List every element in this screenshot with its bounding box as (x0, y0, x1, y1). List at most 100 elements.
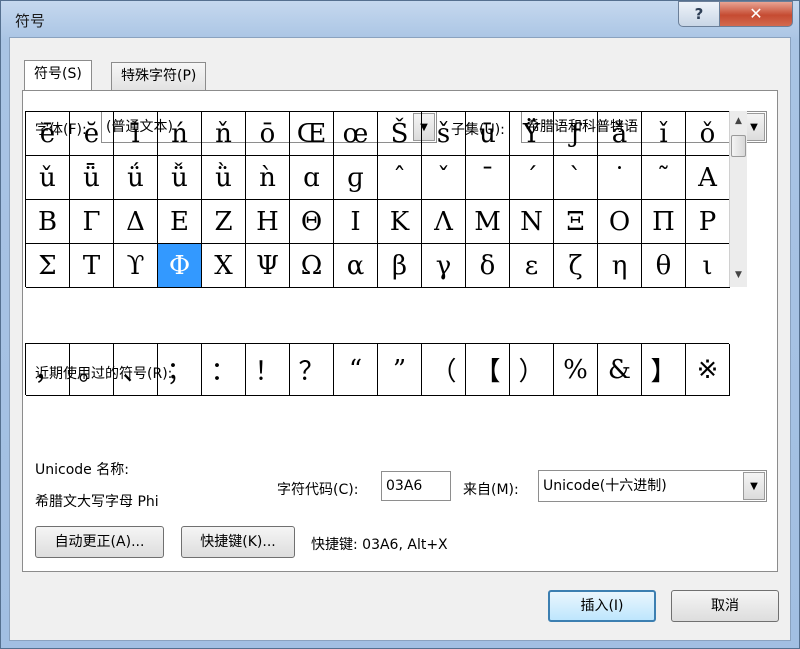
recent-symbol-cell[interactable]: ： (202, 344, 246, 396)
symbol-cell[interactable]: ň (202, 112, 246, 156)
symbol-cell[interactable]: Φ (158, 244, 202, 288)
unicode-name-value: 希腊文大写字母 Phi (35, 494, 159, 510)
shortcut-text: 快捷键: 03A6, Alt+X (311, 537, 448, 553)
symbol-cell[interactable]: ǜ (202, 156, 246, 200)
symbol-cell[interactable]: ˙ (598, 156, 642, 200)
symbol-cell[interactable]: ˇ (422, 156, 466, 200)
symbol-cell[interactable]: β (378, 244, 422, 288)
recent-symbol-cell[interactable]: 【 (466, 344, 510, 396)
recent-symbol-cell[interactable]: “ (334, 344, 378, 396)
symbol-cell[interactable]: ˊ (510, 156, 554, 200)
symbol-cell[interactable]: œ (334, 112, 378, 156)
symbol-cell[interactable]: Τ (70, 244, 114, 288)
symbol-cell[interactable]: Σ (26, 244, 70, 288)
symbol-cell[interactable]: ζ (554, 244, 598, 288)
symbol-cell[interactable]: η (598, 244, 642, 288)
symbol-cell[interactable]: Ζ (202, 200, 246, 244)
symbol-cell[interactable]: Ψ (246, 244, 290, 288)
symbol-cell[interactable]: ǖ (70, 156, 114, 200)
recent-symbol-cell[interactable]: ） (510, 344, 554, 396)
symbol-cell[interactable]: ɡ (334, 156, 378, 200)
symbol-cell[interactable]: Κ (378, 200, 422, 244)
symbol-cell[interactable]: ǹ (246, 156, 290, 200)
symbol-cell[interactable]: š (422, 112, 466, 156)
symbol-cell[interactable]: ˜ (642, 156, 686, 200)
symbol-cell[interactable]: Ÿ (510, 112, 554, 156)
symbol-cell[interactable]: Ξ (554, 200, 598, 244)
recent-symbol-cell[interactable]: 】 (642, 344, 686, 396)
symbol-cell[interactable]: Χ (202, 244, 246, 288)
symbol-cell[interactable]: Η (246, 200, 290, 244)
symbol-cell[interactable]: Α (686, 156, 730, 200)
recent-symbol-cell[interactable]: ， (26, 344, 70, 396)
symbol-cell[interactable]: δ (466, 244, 510, 288)
symbol-cell[interactable]: ǔ (26, 156, 70, 200)
recent-symbols-grid: ，。、；：！？ “” （【）% &】 ※ (25, 343, 730, 396)
symbol-cell[interactable]: Λ (422, 200, 466, 244)
recent-symbol-cell[interactable]: 。 (70, 344, 114, 396)
symbol-cell[interactable]: Ε (158, 200, 202, 244)
recent-symbol-cell[interactable]: ？ (290, 344, 334, 396)
symbol-cell[interactable]: Ν (510, 200, 554, 244)
symbol-cell[interactable]: ι (686, 244, 730, 288)
cancel-button[interactable]: 取消 (671, 590, 779, 622)
tab-symbols[interactable]: 符号(S) (24, 60, 92, 90)
scroll-up-icon[interactable]: ▲ (730, 113, 747, 129)
recent-symbol-cell[interactable]: ； (158, 344, 202, 396)
recent-symbol-cell[interactable]: （ (422, 344, 466, 396)
char-code-input[interactable] (381, 471, 451, 501)
recent-symbol-cell[interactable]: ” (378, 344, 422, 396)
symbol-cell[interactable]: ǘ (114, 156, 158, 200)
symbol-cell[interactable]: ɑ (290, 156, 334, 200)
recent-symbol-cell[interactable]: % (554, 344, 598, 396)
symbol-cell[interactable]: ǒ (686, 112, 730, 156)
symbol-grid-scrollbar[interactable]: ▲ ▼ (729, 111, 747, 287)
scroll-down-icon[interactable]: ▼ (730, 267, 747, 283)
insert-button[interactable]: 插入(I) (548, 590, 656, 622)
tab-special-characters[interactable]: 特殊字符(P) (111, 62, 207, 90)
symbol-dialog: 符号 ? ✕ 符号(S) 特殊字符(P) 字体(F): (普通文本) ▼ 子集(… (0, 0, 800, 649)
symbol-cell[interactable]: ǐ (642, 112, 686, 156)
recent-symbol-cell[interactable]: ※ (686, 344, 730, 396)
symbol-cell[interactable]: ˉ (466, 156, 510, 200)
symbol-cell[interactable]: ń (158, 112, 202, 156)
symbol-cell[interactable]: θ (642, 244, 686, 288)
symbol-cell[interactable]: Ω (290, 244, 334, 288)
symbol-cell[interactable]: Œ (290, 112, 334, 156)
symbol-cell[interactable]: Μ (466, 200, 510, 244)
scroll-thumb[interactable] (731, 135, 746, 157)
autocorrect-button[interactable]: 自动更正(A)... (35, 526, 164, 558)
recent-symbol-cell[interactable]: & (598, 344, 642, 396)
symbol-cell[interactable]: ˋ (554, 156, 598, 200)
symbol-cell[interactable]: ǚ (158, 156, 202, 200)
symbol-cell[interactable]: ē (26, 112, 70, 156)
symbol-cell[interactable]: Ι (334, 200, 378, 244)
symbol-cell[interactable]: γ (422, 244, 466, 288)
symbol-cell[interactable]: ε (510, 244, 554, 288)
symbol-cell[interactable]: Δ (114, 200, 158, 244)
symbol-cell[interactable]: α (334, 244, 378, 288)
symbol-cell[interactable]: Π (642, 200, 686, 244)
symbol-cell[interactable]: ˆ (378, 156, 422, 200)
recent-symbol-cell[interactable]: 、 (114, 344, 158, 396)
symbol-cell[interactable]: Ο (598, 200, 642, 244)
shortcut-key-button[interactable]: 快捷键(K)... (181, 526, 295, 558)
close-button[interactable]: ✕ (719, 1, 793, 27)
symbol-cell[interactable]: Γ (70, 200, 114, 244)
symbol-cell[interactable]: ī (114, 112, 158, 156)
symbol-cell[interactable]: ĕ (70, 112, 114, 156)
symbol-cell[interactable]: Θ (290, 200, 334, 244)
help-button[interactable]: ? (678, 1, 720, 27)
symbol-cell[interactable]: Β (26, 200, 70, 244)
symbol-cell[interactable]: ƒ (554, 112, 598, 156)
symbol-cell[interactable]: Ρ (686, 200, 730, 244)
from-dropdown-arrow-icon[interactable]: ▼ (743, 472, 765, 500)
symbol-cell[interactable]: Š (378, 112, 422, 156)
symbol-cell[interactable]: ō (246, 112, 290, 156)
title-bar[interactable]: 符号 ? ✕ (1, 1, 799, 37)
from-select[interactable]: Unicode(十六进制) ▼ (538, 470, 767, 502)
symbol-cell[interactable]: ϒ (114, 244, 158, 288)
symbol-cell[interactable]: ū (466, 112, 510, 156)
symbol-cell[interactable]: ǎ (598, 112, 642, 156)
recent-symbol-cell[interactable]: ！ (246, 344, 290, 396)
